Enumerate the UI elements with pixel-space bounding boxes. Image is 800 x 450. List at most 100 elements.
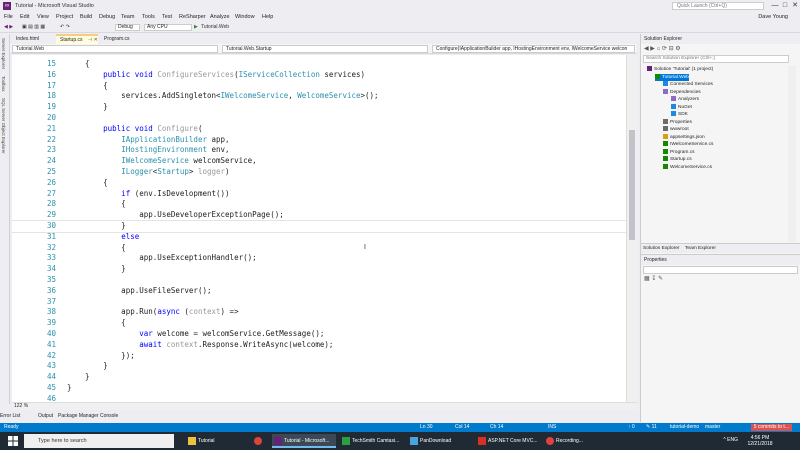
code-line[interactable]: 31 else bbox=[12, 232, 626, 243]
code-text[interactable]: services.AddSingleton<IWelcomeService, W… bbox=[67, 91, 378, 102]
code-line[interactable]: 27 if (env.IsDevelopment()) bbox=[12, 189, 626, 200]
status-pending-edits[interactable]: ✎ 11 bbox=[646, 424, 657, 431]
tree-item[interactable]: wwwroot bbox=[663, 126, 689, 134]
code-text[interactable]: app.UseExceptionHandler(); bbox=[67, 253, 256, 264]
solution-search-input[interactable]: Search Solution Explorer (Ctrl+;) bbox=[643, 55, 789, 63]
menu-help[interactable]: Help bbox=[262, 14, 273, 20]
tab-index-html[interactable]: Index.html bbox=[12, 34, 54, 44]
home-icon[interactable]: ⌂ bbox=[657, 46, 661, 52]
wrench-icon[interactable]: ⚙ bbox=[675, 46, 680, 52]
menu-analyze[interactable]: Analyze bbox=[210, 14, 230, 20]
code-line[interactable]: 38 app.Run(async (context) => bbox=[12, 307, 626, 318]
code-line[interactable]: 44 } bbox=[12, 372, 626, 383]
tree-item[interactable]: NuGet bbox=[671, 103, 692, 112]
code-text[interactable]: app.UseFileServer(); bbox=[67, 286, 211, 297]
tree-item[interactable]: Tutorial.Web bbox=[655, 73, 689, 81]
maximize-button[interactable]: □ bbox=[780, 1, 790, 11]
code-text[interactable]: } bbox=[67, 361, 108, 372]
menu-resharper[interactable]: ReSharper bbox=[179, 14, 206, 20]
code-line[interactable]: 46 bbox=[12, 394, 626, 402]
code-line[interactable]: 19 } bbox=[12, 102, 626, 113]
code-line[interactable]: 40 var welcome = welcomService.GetMessag… bbox=[12, 329, 626, 340]
code-line[interactable]: 36 app.UseFileServer(); bbox=[12, 286, 626, 297]
task-camtasia[interactable]: TechSmith Camtasi... bbox=[340, 434, 404, 448]
tab-solution-explorer[interactable]: Solution Explorer bbox=[643, 246, 680, 251]
platform-dropdown[interactable]: Any CPU bbox=[144, 24, 192, 31]
menu-view[interactable]: View bbox=[37, 14, 49, 20]
project-dropdown[interactable]: Tutorial.Web bbox=[12, 45, 218, 53]
code-line[interactable]: 23 IHostingEnvironment env, bbox=[12, 145, 626, 156]
code-line[interactable]: 21 public void Configure( bbox=[12, 124, 626, 135]
code-line[interactable]: 42 }); bbox=[12, 351, 626, 362]
code-line[interactable]: 39 { bbox=[12, 318, 626, 329]
task-pdf[interactable]: ASP.NET Core MVC... bbox=[476, 434, 540, 448]
tree-item[interactable]: Properties bbox=[663, 118, 692, 127]
menu-test[interactable]: Test bbox=[162, 14, 172, 20]
code-line[interactable]: 17 { bbox=[12, 81, 626, 92]
code-text[interactable]: app.UseDeveloperExceptionPage(); bbox=[67, 210, 284, 221]
code-editor[interactable]: 15 {16 public void ConfigureServices(ISe… bbox=[12, 55, 626, 402]
menu-team[interactable]: Team bbox=[121, 14, 134, 20]
code-text[interactable]: IHostingEnvironment env, bbox=[67, 145, 229, 156]
windows-start-icon[interactable] bbox=[8, 436, 18, 446]
collapse-icon[interactable]: ⊟ bbox=[669, 46, 674, 52]
solution-explorer-scrollbar[interactable] bbox=[788, 65, 796, 242]
tab-output[interactable]: Output bbox=[38, 413, 53, 419]
sql-object-explorer-tab[interactable]: SQL Server Object Explorer bbox=[1, 98, 6, 154]
tree-item[interactable]: Dependencies bbox=[663, 88, 701, 97]
code-text[interactable]: ILogger<Startup> logger) bbox=[67, 167, 229, 178]
status-branch[interactable]: master bbox=[705, 424, 720, 431]
code-text[interactable]: { bbox=[67, 318, 126, 329]
code-text[interactable]: IWelcomeService welcomService, bbox=[67, 156, 256, 167]
code-line[interactable]: 30 } bbox=[12, 220, 626, 233]
code-line[interactable]: 41 await context.Response.WriteAsync(wel… bbox=[12, 340, 626, 351]
code-text[interactable]: if (env.IsDevelopment()) bbox=[67, 189, 229, 200]
tab-startup-cs[interactable]: Startup.cs ⊣ ✕ bbox=[56, 34, 98, 44]
code-text[interactable]: } bbox=[67, 102, 108, 113]
task-pandownload[interactable]: PanDownload bbox=[408, 434, 472, 448]
code-line[interactable]: 33 app.UseExceptionHandler(); bbox=[12, 253, 626, 264]
code-text[interactable]: { bbox=[67, 199, 126, 210]
tab-program-cs[interactable]: Program.cs bbox=[100, 34, 142, 44]
taskbar-clock[interactable]: 4:56 PM 12/21/2018 bbox=[740, 435, 780, 447]
code-text[interactable]: } bbox=[67, 372, 90, 383]
status-repo[interactable]: tutorial-demo bbox=[670, 424, 699, 431]
code-line[interactable]: 37 bbox=[12, 297, 626, 308]
code-text[interactable]: }); bbox=[67, 351, 135, 362]
task-visual-studio[interactable]: Tutorial - Microsoft... bbox=[272, 434, 336, 448]
tree-item[interactable]: SDK bbox=[671, 111, 688, 119]
menu-project[interactable]: Project bbox=[56, 14, 73, 20]
code-text[interactable]: } bbox=[67, 264, 126, 275]
code-line[interactable]: 32 { bbox=[12, 243, 626, 254]
tree-item[interactable]: WelcomeService.cs bbox=[663, 163, 712, 172]
code-line[interactable]: 34 } bbox=[12, 264, 626, 275]
code-line[interactable]: 45} bbox=[12, 383, 626, 394]
properties-object-dropdown[interactable] bbox=[643, 266, 798, 274]
code-line[interactable]: 16 public void ConfigureServices(IServic… bbox=[12, 70, 626, 81]
code-line[interactable]: 18 services.AddSingleton<IWelcomeService… bbox=[12, 91, 626, 102]
run-icon[interactable]: ▶ bbox=[194, 24, 198, 31]
scroll-thumb[interactable] bbox=[629, 130, 635, 240]
code-line[interactable]: 25 ILogger<Startup> logger) bbox=[12, 167, 626, 178]
menu-file[interactable]: File bbox=[4, 14, 13, 20]
menu-tools[interactable]: Tools bbox=[142, 14, 155, 20]
tree-item[interactable]: Analyzers bbox=[671, 96, 699, 104]
user-account[interactable]: Dave Young bbox=[758, 14, 788, 20]
config-dropdown[interactable]: Debug bbox=[115, 24, 140, 31]
new-file-icon[interactable]: ▣ ▤ ▥ ▦ bbox=[22, 24, 45, 31]
zoom-level[interactable]: 122 % bbox=[14, 403, 28, 410]
minimize-button[interactable]: — bbox=[770, 1, 780, 11]
code-text[interactable]: { bbox=[67, 243, 126, 254]
code-line[interactable]: 43 } bbox=[12, 361, 626, 372]
code-line[interactable]: 35 bbox=[12, 275, 626, 286]
tree-item[interactable]: IWelcomeService.cs bbox=[663, 141, 713, 149]
tab-error-list[interactable]: Error List bbox=[0, 413, 20, 419]
tree-item[interactable]: appsettings.json bbox=[663, 133, 705, 142]
code-text[interactable]: public void Configure( bbox=[67, 124, 202, 135]
code-line[interactable]: 28 { bbox=[12, 199, 626, 210]
menu-window[interactable]: Window bbox=[235, 14, 255, 20]
member-dropdown[interactable]: Configure(IApplicationBuilder app, IHost… bbox=[432, 45, 635, 53]
alphabetical-icon[interactable]: ↧ bbox=[651, 276, 656, 282]
code-text[interactable]: app.Run(async (context) => bbox=[67, 307, 238, 318]
menu-edit[interactable]: Edit bbox=[20, 14, 29, 20]
